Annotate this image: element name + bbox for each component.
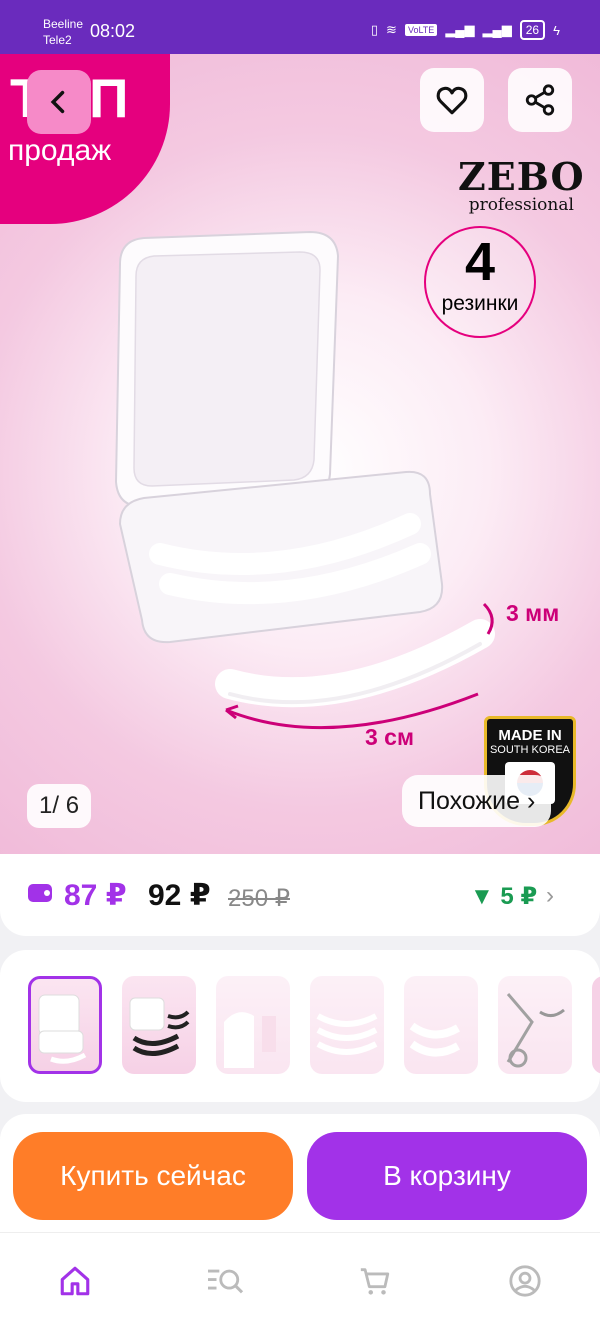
thumbnail-4[interactable] [310,976,384,1074]
share-icon [525,84,555,116]
clock: 08:02 [90,21,136,41]
brand-subtitle: professional [468,195,574,215]
wifi-icon: ≋ [386,22,397,37]
thumbnail-1-image [38,994,87,1064]
carrier-info: Beeline Tele2 [43,16,83,48]
battery-icon: 26 [519,20,546,40]
volte-badge: VoLTE [404,24,438,36]
home-icon [60,1266,90,1296]
brand-logo: ZEBO professional [458,154,585,215]
profile-icon [509,1265,541,1297]
thumbnail-3-image [224,1012,276,1068]
nav-catalog[interactable] [205,1261,245,1301]
thumbnail-6-image [506,993,565,1068]
product-case-illustration [114,230,495,730]
origin-main: MADE IN [498,727,562,744]
signal-icon: ▂▄▆ [445,22,475,37]
brand-name: ZEBO [458,154,585,199]
nav-cart[interactable] [355,1261,395,1301]
top-badge-sub: продаж [8,134,112,167]
chevron-left-icon [50,90,65,114]
add-to-cart-button[interactable]: В корзину [307,1132,587,1220]
counter-total: / 6 [52,792,80,819]
product-image-gallery[interactable]: ТОП продаж ZEBO professional 4 резинки 3… [0,54,600,854]
catalog-search-icon [208,1269,244,1294]
cashback: ▼ 5 ₽ [470,883,538,910]
dimension-thickness: 3 мм [506,600,560,626]
carrier-1: Beeline [43,17,84,31]
cart-icon [360,1268,390,1295]
wallet-icon [28,884,52,902]
price-section[interactable]: 87 ₽ 92 ₽ 250 ₽ ▼ 5 ₽ › [0,854,600,936]
wallet-price: 87 ₽ [64,879,127,912]
old-price: 250 ₽ [228,885,290,912]
thumbnail-2-image [129,997,190,1056]
vibrate-icon: ▯ [370,22,379,37]
bottom-navigation [0,1232,600,1326]
thumbnail-7-partial[interactable] [592,976,600,1074]
thumbnail-4-image [316,1013,378,1055]
charging-icon: ϟ [553,22,560,38]
origin-sub: SOUTH KOREA [489,744,571,756]
thumbnail-list [28,976,600,1074]
signal-2-icon: ▂▄▆ [482,22,512,37]
nav-profile[interactable] [505,1261,545,1301]
buy-now-button[interactable]: Купить сейчас [13,1132,293,1220]
status-bar: Beeline Tele2 08:02 ▯ ≋ VoLTE ▂▄▆ ▂▄▆ 26… [0,0,600,54]
status-icons: ▯ ≋ VoLTE ▂▄▆ ▂▄▆ 26 ϟ [371,20,560,40]
chevron-right-icon[interactable]: › [546,882,554,910]
thumbnail-5[interactable] [404,976,478,1074]
share-button[interactable] [508,68,572,132]
thumbnail-strip [0,950,600,1102]
thumbnail-6[interactable] [498,976,572,1074]
thumbnail-1[interactable] [28,976,102,1074]
carrier-2: Tele2 [43,33,72,47]
current-price: 92 ₽ [148,879,211,912]
similar-button[interactable]: Похожие › [402,775,552,827]
back-button[interactable] [27,70,91,134]
favorite-button[interactable] [420,68,484,132]
dimension-length: 3 см [365,724,414,750]
nav-home[interactable] [55,1261,95,1301]
thumbnail-2[interactable] [122,976,196,1074]
image-counter: 1 / 6 [27,784,92,828]
counter-current: 1 [39,792,53,819]
heart-icon [436,86,468,115]
thumbnail-5-image [409,1022,461,1057]
thumbnail-3[interactable] [216,976,290,1074]
